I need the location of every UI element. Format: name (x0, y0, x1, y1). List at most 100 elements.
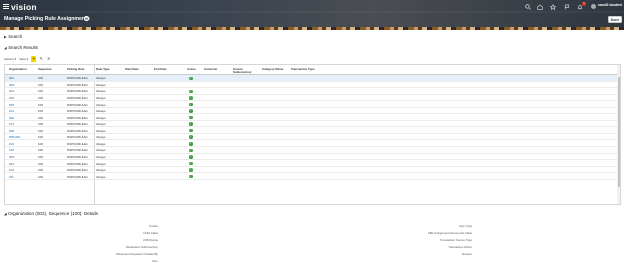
detail-label: Item (152, 259, 158, 263)
cell-date-type: Always (96, 174, 106, 179)
flag-icon[interactable] (564, 4, 570, 10)
edit-pencil-icon[interactable]: ✎ (38, 56, 44, 62)
cell-picking-rule: DSPICKRULE1 (67, 102, 88, 107)
cell-picking-rule: DSPICKRULE1 (67, 96, 88, 101)
active-check-icon: ✓ (189, 128, 193, 133)
done-button[interactable]: Done (608, 16, 622, 23)
cell-organization[interactable]: 005 (9, 103, 14, 107)
cell-organization[interactable]: 101 (9, 122, 14, 126)
cell-sequence: 100 (38, 148, 44, 153)
user-avatar[interactable] (591, 3, 596, 9)
cell-picking-rule: DSPICKRULE1 (67, 115, 88, 120)
active-check-icon: ✓ (189, 174, 193, 179)
cell-sequence: 100 (38, 128, 44, 133)
cell-organization[interactable]: 002 (9, 76, 14, 80)
cell-date-type: Always (96, 148, 106, 153)
cell-picking-rule: DSPICKRULE1 (67, 128, 88, 133)
column-header-sequence[interactable]: Sequence (38, 67, 52, 71)
cell-date-type: Always (96, 96, 106, 101)
view-menu[interactable]: View ▾ (19, 57, 28, 61)
cell-date-type: Always (96, 168, 106, 173)
cell-date-type: Always (96, 76, 106, 81)
cell-organization[interactable]: 204 (9, 96, 14, 100)
active-check-icon: ✓ (189, 142, 193, 146)
detail-label: Destination Subinventory (125, 245, 158, 249)
table-row[interactable]: 011 100 DSPICKRULE1 Always ✓ (5, 173, 619, 180)
column-header-source-subinventory[interactable]: Source Subinventory (233, 67, 257, 74)
column-header-customer[interactable]: Customer (204, 67, 218, 71)
picking-rule-table: Organization Sequence Picking Rule Date … (4, 64, 621, 205)
cell-organization[interactable]: 004 (9, 162, 14, 166)
active-check-icon: ✓ (189, 102, 193, 107)
add-icon[interactable]: + (30, 56, 37, 62)
active-check-icon: ✓ (189, 89, 193, 94)
cell-date-type: Always (96, 135, 106, 140)
cell-organization[interactable]: PROJ01 (9, 135, 20, 139)
menu-icon[interactable] (3, 4, 9, 9)
results-toolbar: Actions ▾ View ▾ + ✎ ✕ (4, 56, 53, 62)
column-header-date-type[interactable]: Date Type (96, 67, 110, 71)
app-logo[interactable]: vision (11, 2, 37, 12)
table-vertical-scrollbar[interactable] (617, 65, 620, 204)
search-section-toggle[interactable]: ▶ Search (4, 34, 22, 39)
favorites-star-icon[interactable] (549, 3, 557, 10)
column-header-transaction-type[interactable]: Transaction Type (291, 67, 317, 71)
search-results-section-toggle[interactable]: ◢ Search Results (4, 45, 38, 50)
details-section-toggle[interactable]: ◢Organization (002), Sequence (100): Det… (4, 211, 98, 216)
column-header-organization[interactable]: Organization (9, 67, 27, 71)
cell-sequence: 100 (38, 89, 44, 94)
cell-organization[interactable]: 102 (9, 168, 14, 172)
cell-sequence: 100 (38, 154, 44, 159)
cell-organization[interactable]: 101 (9, 109, 14, 113)
cell-organization[interactable]: 103 (9, 148, 14, 152)
column-header-end-date[interactable]: End Date (154, 67, 167, 71)
column-header-picking-rule[interactable]: Picking Rule (67, 67, 84, 71)
cell-organization[interactable]: 102 (9, 142, 14, 146)
search-section-title: Search (8, 34, 23, 39)
cell-sequence: 100 (38, 135, 44, 140)
user-name[interactable]: sam40 student (598, 3, 622, 7)
cell-organization[interactable]: 003 (9, 155, 14, 159)
cell-date-type: Always (96, 115, 106, 120)
column-header-start-date[interactable]: Start Date (125, 67, 139, 71)
column-header-active[interactable]: Active (187, 67, 196, 71)
cell-picking-rule: DSPICKRULE1 (67, 76, 88, 81)
table-row[interactable]: PROJ01 100 DSPICKRULE1 Always ✓ (5, 134, 619, 141)
cell-sequence: 100 (38, 174, 44, 179)
table-row[interactable]: 102 100 DSPICKRULE1 Always ✓ (5, 167, 619, 174)
active-check-icon: ✓ (189, 161, 193, 166)
cell-picking-rule: DSPICKRULE1 (67, 122, 88, 127)
column-header-category-name[interactable]: Category Name (262, 67, 283, 71)
active-check-icon: ✓ (189, 168, 193, 172)
collapse-triangle-icon: ◢ (4, 212, 7, 216)
table-row[interactable]: 005 100 DSPICKRULE1 Always ✓ (5, 101, 619, 108)
actions-menu[interactable]: Actions ▾ (4, 57, 16, 61)
cell-organization[interactable]: 011 (9, 175, 14, 179)
cell-date-type: Always (96, 128, 106, 133)
cell-date-type: Always (96, 154, 106, 159)
active-check-icon: ✓ (189, 155, 193, 159)
cell-organization[interactable]: 003 (9, 83, 14, 87)
scrollbar-thumb[interactable] (617, 77, 620, 187)
cell-organization[interactable]: 008 (9, 129, 14, 133)
detail-label: Item Type (459, 224, 472, 228)
cell-sequence: 100 (38, 168, 44, 173)
cell-picking-rule: DSPICKRULE1 (67, 174, 88, 179)
search-icon[interactable] (525, 3, 531, 10)
page-title: Manage Picking Rule Assignments (4, 16, 90, 22)
cell-date-type: Always (96, 82, 106, 87)
active-check-icon: ✓ (189, 148, 193, 153)
help-icon[interactable]: ? (84, 16, 89, 21)
notification-count-badge: 6 (582, 2, 586, 6)
cell-organization[interactable]: 006 (9, 116, 14, 120)
cell-picking-rule: DSPICKRULE1 (67, 109, 88, 114)
search-results-title: Search Results (8, 45, 38, 50)
details-section-title: Organization (002), Sequence (100): Deta… (8, 211, 98, 216)
cell-date-type: Always (96, 141, 106, 146)
detail-label: Carrier (149, 224, 158, 228)
cell-date-type: Always (96, 102, 106, 107)
cell-organization[interactable]: 201 (9, 89, 14, 93)
home-icon[interactable] (537, 4, 543, 10)
delete-x-icon[interactable]: ✕ (46, 56, 52, 62)
cell-sequence: 100 (38, 82, 44, 87)
